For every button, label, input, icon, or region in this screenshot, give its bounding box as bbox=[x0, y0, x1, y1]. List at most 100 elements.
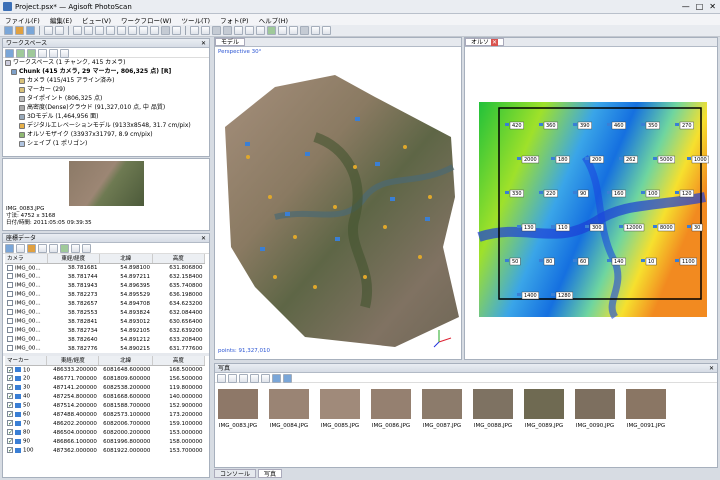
table-row[interactable]: IMG_00... 38.782657 54.894708 634.623200 bbox=[5, 299, 205, 308]
tree-dense-cloud[interactable]: 高密度(Dense)クラウド (91,327,010 点, 中 品質) bbox=[5, 103, 209, 112]
close-button[interactable]: ✕ bbox=[709, 2, 716, 11]
tree-tie-points[interactable]: タイポイント (806,325 点) bbox=[5, 94, 209, 103]
menu-tools[interactable]: ツール(T) bbox=[177, 15, 216, 25]
checkbox[interactable] bbox=[7, 300, 13, 307]
solid-model-icon[interactable] bbox=[245, 26, 254, 35]
photo-item[interactable]: IMG_0085.JPG bbox=[320, 389, 360, 429]
rotate-object-icon[interactable] bbox=[150, 26, 159, 35]
checkbox[interactable] bbox=[7, 273, 13, 280]
show-cameras-icon[interactable] bbox=[300, 26, 309, 35]
open-project-icon[interactable] bbox=[15, 26, 24, 35]
navigation-icon[interactable] bbox=[73, 26, 82, 35]
tab-model[interactable]: モデル bbox=[215, 38, 246, 46]
rotate-left-icon[interactable] bbox=[250, 374, 259, 383]
optimize-icon[interactable] bbox=[38, 244, 47, 253]
import-icon[interactable] bbox=[5, 244, 14, 253]
table-row[interactable]: IMG_00... 38.782776 54.890215 631.777600 bbox=[5, 344, 205, 353]
shaded-model-icon[interactable] bbox=[234, 26, 243, 35]
tree-markers[interactable]: マーカー (29) bbox=[5, 85, 209, 94]
rotate-right-icon[interactable] bbox=[261, 374, 270, 383]
photo-item[interactable]: IMG_0087.JPG bbox=[422, 389, 462, 429]
checkbox[interactable] bbox=[7, 336, 13, 343]
table-row[interactable]: IMG_00... 38.782553 54.893824 632.084400 bbox=[5, 308, 205, 317]
checkbox[interactable] bbox=[7, 420, 13, 427]
tab-close-icon[interactable]: ✕ bbox=[490, 39, 498, 46]
menu-file[interactable]: ファイル(F) bbox=[0, 15, 45, 25]
checkbox[interactable] bbox=[7, 393, 13, 400]
filter-icon[interactable] bbox=[272, 374, 281, 383]
tree-dem[interactable]: デジタルエレベーションモデル (9133x8548, 31.7 cm/pix) bbox=[5, 121, 209, 130]
ortho-canvas[interactable]: 420 360 390 460 350 270 2000 180 200 262 5000 1000 3… bbox=[465, 47, 717, 359]
panel-close-icon[interactable]: ✕ bbox=[709, 364, 714, 373]
table-row[interactable]: 20486771.7000006081809.600000156.500000 bbox=[5, 374, 205, 383]
view-source-icon[interactable] bbox=[60, 244, 69, 253]
enable-items-icon[interactable] bbox=[49, 49, 58, 58]
disable-items-icon[interactable] bbox=[60, 49, 69, 58]
photo-item[interactable]: IMG_0089.JPG bbox=[524, 389, 564, 429]
col-altitude[interactable]: 高度 bbox=[152, 254, 205, 264]
checkbox[interactable] bbox=[7, 264, 13, 271]
table-row[interactable]: IMG_00... 38.781681 54.898100 631.806800 bbox=[5, 263, 205, 272]
table-row[interactable]: 50487514.2000006081588.700000152.900000 bbox=[5, 401, 205, 410]
col-longitude[interactable]: 東経/経度 bbox=[46, 356, 100, 366]
dem-render[interactable]: 420 360 390 460 350 270 2000 180 200 262 5000 1000 3… bbox=[465, 47, 717, 359]
minimize-button[interactable]: — bbox=[682, 2, 690, 11]
checkbox[interactable] bbox=[7, 327, 13, 334]
rotate-region-icon[interactable] bbox=[139, 26, 148, 35]
checkbox[interactable] bbox=[7, 309, 13, 316]
table-row[interactable]: IMG_00... 38.782640 54.891212 633.208400 bbox=[5, 335, 205, 344]
table-row[interactable]: IMG_00... 38.782734 54.892105 632.639200 bbox=[5, 326, 205, 335]
rect-select-icon[interactable] bbox=[84, 26, 93, 35]
new-project-icon[interactable] bbox=[4, 26, 13, 35]
checkbox[interactable] bbox=[7, 384, 13, 391]
add-chunk-icon[interactable] bbox=[5, 49, 14, 58]
free-select-icon[interactable] bbox=[106, 26, 115, 35]
tiled-model-icon[interactable] bbox=[278, 26, 287, 35]
menu-photo[interactable]: フォト(P) bbox=[215, 15, 254, 25]
table-row[interactable]: 90486866.1000006081996.800000158.000000 bbox=[5, 437, 205, 446]
table-row[interactable]: IMG_00... 38.781744 54.897211 632.158400 bbox=[5, 272, 205, 281]
photo-item[interactable]: IMG_0083.JPG bbox=[218, 389, 258, 429]
tab-ortho[interactable]: オルソ ✕ bbox=[465, 38, 504, 46]
photo-item[interactable]: IMG_0086.JPG bbox=[371, 389, 411, 429]
delete-selection-icon[interactable] bbox=[161, 26, 170, 35]
photo-item[interactable]: IMG_0090.JPG bbox=[575, 389, 615, 429]
col-latitude[interactable]: 北緯 bbox=[99, 254, 153, 264]
remove-items-icon[interactable] bbox=[38, 49, 47, 58]
col-latitude[interactable]: 北緯 bbox=[98, 356, 153, 366]
table-row[interactable]: 10486333.2000006081648.600000168.500000 bbox=[5, 365, 205, 374]
checkbox[interactable] bbox=[7, 402, 13, 409]
resize-region-icon[interactable] bbox=[128, 26, 137, 35]
table-row[interactable]: 60487488.4000006082573.100000173.200000 bbox=[5, 410, 205, 419]
tab-console[interactable]: コンソール bbox=[214, 469, 257, 478]
crop-selection-icon[interactable] bbox=[172, 26, 181, 35]
settings-icon[interactable] bbox=[49, 244, 58, 253]
checkbox[interactable] bbox=[7, 447, 13, 454]
tree-chunk[interactable]: Chunk (415 カメラ, 29 マーカー, 806,325 点) [R] bbox=[5, 67, 209, 76]
checkbox[interactable] bbox=[7, 411, 13, 418]
panel-close-icon[interactable]: ✕ bbox=[201, 39, 206, 48]
table-row[interactable]: IMG_00... 38.781943 54.896395 635.740800 bbox=[5, 281, 205, 290]
point-cloud-render[interactable] bbox=[215, 47, 461, 359]
export-icon[interactable] bbox=[16, 244, 25, 253]
tree-cameras[interactable]: カメラ (415/415 アライン済み) bbox=[5, 76, 209, 85]
dem-icon[interactable] bbox=[289, 26, 298, 35]
col-camera[interactable]: カメラ bbox=[5, 254, 48, 264]
checkbox[interactable] bbox=[7, 291, 13, 298]
ruler-icon[interactable] bbox=[190, 26, 199, 35]
checkbox[interactable] bbox=[7, 366, 13, 373]
show-markers-icon[interactable] bbox=[311, 26, 320, 35]
table-row[interactable]: IMG_00... 38.782273 54.895529 636.198000 bbox=[5, 290, 205, 299]
checkbox[interactable] bbox=[7, 375, 13, 382]
convert-icon[interactable] bbox=[27, 244, 36, 253]
table-row[interactable]: 40487254.8000006081668.600000140.000000 bbox=[5, 392, 205, 401]
photo-item[interactable]: IMG_0088.JPG bbox=[473, 389, 513, 429]
model-canvas[interactable]: Perspective 30° points: 91,327,010 bbox=[215, 47, 461, 359]
checkbox[interactable] bbox=[7, 429, 13, 436]
view-estimated-icon[interactable] bbox=[82, 244, 91, 253]
checkbox[interactable] bbox=[7, 345, 13, 352]
move-region-icon[interactable] bbox=[117, 26, 126, 35]
menu-view[interactable]: ビュー(V) bbox=[77, 15, 116, 25]
remove-camera-icon[interactable] bbox=[239, 374, 248, 383]
enable-camera-icon[interactable] bbox=[217, 374, 226, 383]
